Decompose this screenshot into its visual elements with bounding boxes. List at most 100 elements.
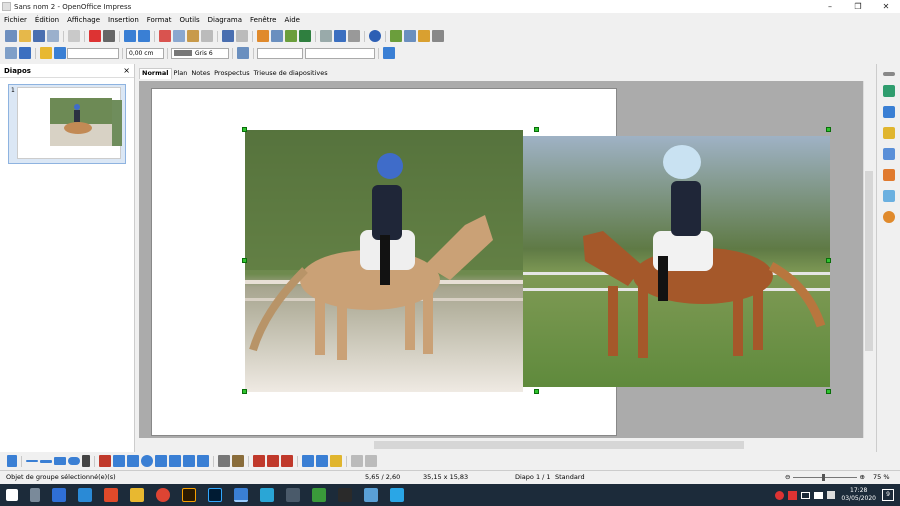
block-arrows-icon[interactable] [155, 455, 167, 467]
menu-insertion[interactable]: Insertion [104, 16, 143, 24]
settings-app-icon[interactable] [390, 488, 404, 502]
edit-file-icon[interactable] [68, 30, 80, 42]
area-fill-select[interactable] [305, 47, 375, 59]
gallery-icon[interactable] [281, 455, 293, 467]
custom-animation-icon[interactable] [882, 169, 895, 181]
zoom-slider[interactable]: ⊖ ⊕ [785, 473, 865, 481]
cut-icon[interactable] [159, 30, 171, 42]
battery-icon[interactable] [801, 491, 811, 499]
menu-fichier[interactable]: Fichier [0, 16, 31, 24]
slides-panel-close-icon[interactable]: × [123, 66, 130, 75]
vertical-scrollbar[interactable] [863, 81, 873, 438]
table-icon[interactable] [271, 30, 283, 42]
terminal-icon[interactable] [338, 488, 352, 502]
handle-bottom-center[interactable] [534, 389, 539, 394]
vertical-scroll-thumb[interactable] [865, 171, 873, 351]
slide-layout-icon[interactable] [404, 30, 416, 42]
notifications-icon[interactable]: 9 [882, 489, 894, 501]
zoom-level[interactable]: 75 % [865, 473, 890, 481]
fontwork-icon[interactable] [253, 455, 265, 467]
menu-format[interactable]: Format [143, 16, 176, 24]
tab-slide-sorter[interactable]: Trieuse de diapositives [252, 69, 330, 79]
horizontal-scrollbar[interactable] [139, 440, 873, 450]
points-icon[interactable] [218, 455, 230, 467]
store-icon[interactable] [52, 488, 66, 502]
handle-top-right[interactable] [826, 127, 831, 132]
clock[interactable]: 17:28 03/05/2020 [841, 487, 876, 503]
area-icon[interactable] [237, 47, 249, 59]
slide-design-icon[interactable] [418, 30, 430, 42]
flowchart-icon[interactable] [169, 455, 181, 467]
tab-notes[interactable]: Notes [189, 69, 212, 79]
sidebar-menu-icon[interactable] [882, 72, 895, 76]
navigator-compass-icon[interactable] [882, 211, 895, 223]
print-icon[interactable] [103, 30, 115, 42]
styles-icon[interactable] [5, 47, 17, 59]
email-icon[interactable] [47, 30, 59, 42]
zoom-out-icon[interactable]: ⊖ [785, 473, 790, 481]
glue-points-icon[interactable] [232, 455, 244, 467]
writer-icon[interactable] [312, 488, 326, 502]
shadow-icon[interactable] [383, 47, 395, 59]
menu-aide[interactable]: Aide [280, 16, 303, 24]
chart-icon[interactable] [257, 30, 269, 42]
menu-edition[interactable]: Édition [31, 16, 63, 24]
line-color-select[interactable]: Gris 6 [171, 47, 229, 59]
photos-icon[interactable] [260, 488, 274, 502]
horizontal-scroll-thumb[interactable] [374, 441, 744, 449]
arrange-icon[interactable] [330, 455, 342, 467]
tab-plan[interactable]: Plan [172, 69, 190, 79]
help-icon[interactable] [369, 30, 381, 42]
globe-icon[interactable] [299, 30, 311, 42]
clone-format-icon[interactable] [201, 30, 213, 42]
slide-thumbnail[interactable]: 1 [8, 84, 126, 164]
handle-top-left[interactable] [242, 127, 247, 132]
align-icon[interactable] [316, 455, 328, 467]
app-icon[interactable] [286, 488, 300, 502]
table-design-icon[interactable] [882, 148, 895, 160]
line-tool-icon[interactable] [26, 460, 38, 462]
tab-prospectus[interactable]: Prospectus [212, 69, 251, 79]
photoshop-icon[interactable] [208, 488, 222, 502]
volume-icon[interactable] [827, 491, 836, 499]
grid-icon[interactable] [320, 30, 332, 42]
hyperlink-icon[interactable] [285, 30, 297, 42]
stars-icon[interactable] [197, 455, 209, 467]
chrome-icon[interactable] [156, 488, 170, 502]
maximize-button[interactable]: ❐ [844, 0, 872, 13]
tab-normal[interactable]: Normal [139, 68, 172, 79]
rectangle-tool-icon[interactable] [54, 457, 66, 465]
rotate-icon[interactable] [302, 455, 314, 467]
select-arrow-icon[interactable] [7, 455, 17, 467]
extrusion-icon[interactable] [351, 455, 363, 467]
horse-photo-right[interactable] [523, 136, 830, 387]
autospell-icon[interactable] [138, 30, 150, 42]
layouts-icon[interactable] [882, 127, 895, 139]
line-arrow-tool-icon[interactable] [40, 459, 52, 463]
acrobat-icon[interactable] [104, 488, 118, 502]
impress-taskbar-icon[interactable] [234, 488, 248, 502]
handle-middle-left[interactable] [242, 258, 247, 263]
task-view-icon[interactable] [30, 488, 40, 502]
slide-transition-icon[interactable] [882, 190, 895, 202]
handle-bottom-right[interactable] [826, 389, 831, 394]
minimize-button[interactable]: – [816, 0, 844, 13]
save-icon[interactable] [33, 30, 45, 42]
handle-middle-right[interactable] [826, 258, 831, 263]
curve-tool-icon[interactable] [99, 455, 111, 467]
undo-icon[interactable] [222, 30, 234, 42]
arrow-style-icon[interactable] [40, 47, 52, 59]
from-file-icon[interactable] [267, 455, 279, 467]
zoom-slider-knob[interactable] [821, 473, 825, 481]
navigator-icon[interactable] [334, 30, 346, 42]
handle-top-center[interactable] [534, 127, 539, 132]
properties-icon[interactable] [882, 85, 895, 97]
line-width-field[interactable]: 0,00 cm [126, 47, 164, 59]
slideshow-icon[interactable] [432, 30, 444, 42]
copy-icon[interactable] [173, 30, 185, 42]
paste-icon[interactable] [187, 30, 199, 42]
line-style-select[interactable] [67, 47, 119, 59]
file-explorer-icon[interactable] [130, 488, 144, 502]
illustrator-icon[interactable] [182, 488, 196, 502]
text-tool-icon[interactable] [82, 455, 90, 467]
